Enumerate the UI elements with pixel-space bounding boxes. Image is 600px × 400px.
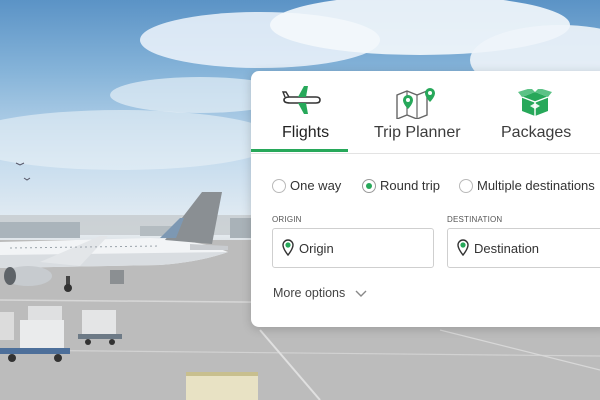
tab-packages[interactable]: Packages — [491, 71, 600, 151]
tab-packages-label: Packages — [501, 124, 572, 141]
chevron-down-icon — [355, 287, 367, 301]
radio-one-way-circle[interactable] — [272, 179, 286, 193]
location-pin-icon — [457, 239, 469, 261]
radio-round-trip-circle[interactable] — [362, 179, 376, 193]
destination-field[interactable] — [447, 228, 600, 268]
search-tabs: Flights Trip Planner Packages — [251, 71, 600, 154]
tab-trip-planner[interactable]: Trip Planner — [361, 71, 481, 151]
location-pin-icon — [282, 239, 294, 261]
tab-flights-label: Flights — [282, 124, 330, 141]
flight-search-card: Flights Trip Planner Packages One way Ro… — [251, 71, 600, 327]
radio-round-trip-label: Round trip — [380, 178, 440, 193]
active-tab-indicator — [251, 149, 348, 152]
radio-multiple-destinations-label: Multiple destinations — [477, 178, 595, 193]
airplane-icon — [281, 85, 322, 120]
map-pins-icon — [393, 87, 437, 124]
destination-caption: DESTINATION — [447, 215, 503, 224]
tab-flights[interactable]: Flights — [251, 71, 348, 151]
origin-caption: ORIGIN — [272, 215, 302, 224]
radio-one-way-label: One way — [290, 178, 342, 193]
more-options-toggle[interactable]: More options — [273, 286, 367, 301]
more-options-label: More options — [273, 286, 346, 300]
radio-multiple-destinations-circle[interactable] — [459, 179, 473, 193]
origin-field[interactable] — [272, 228, 434, 268]
origin-input[interactable] — [299, 239, 429, 257]
package-box-icon — [518, 88, 552, 122]
tab-trip-planner-label: Trip Planner — [374, 124, 461, 141]
destination-input[interactable] — [474, 239, 600, 257]
